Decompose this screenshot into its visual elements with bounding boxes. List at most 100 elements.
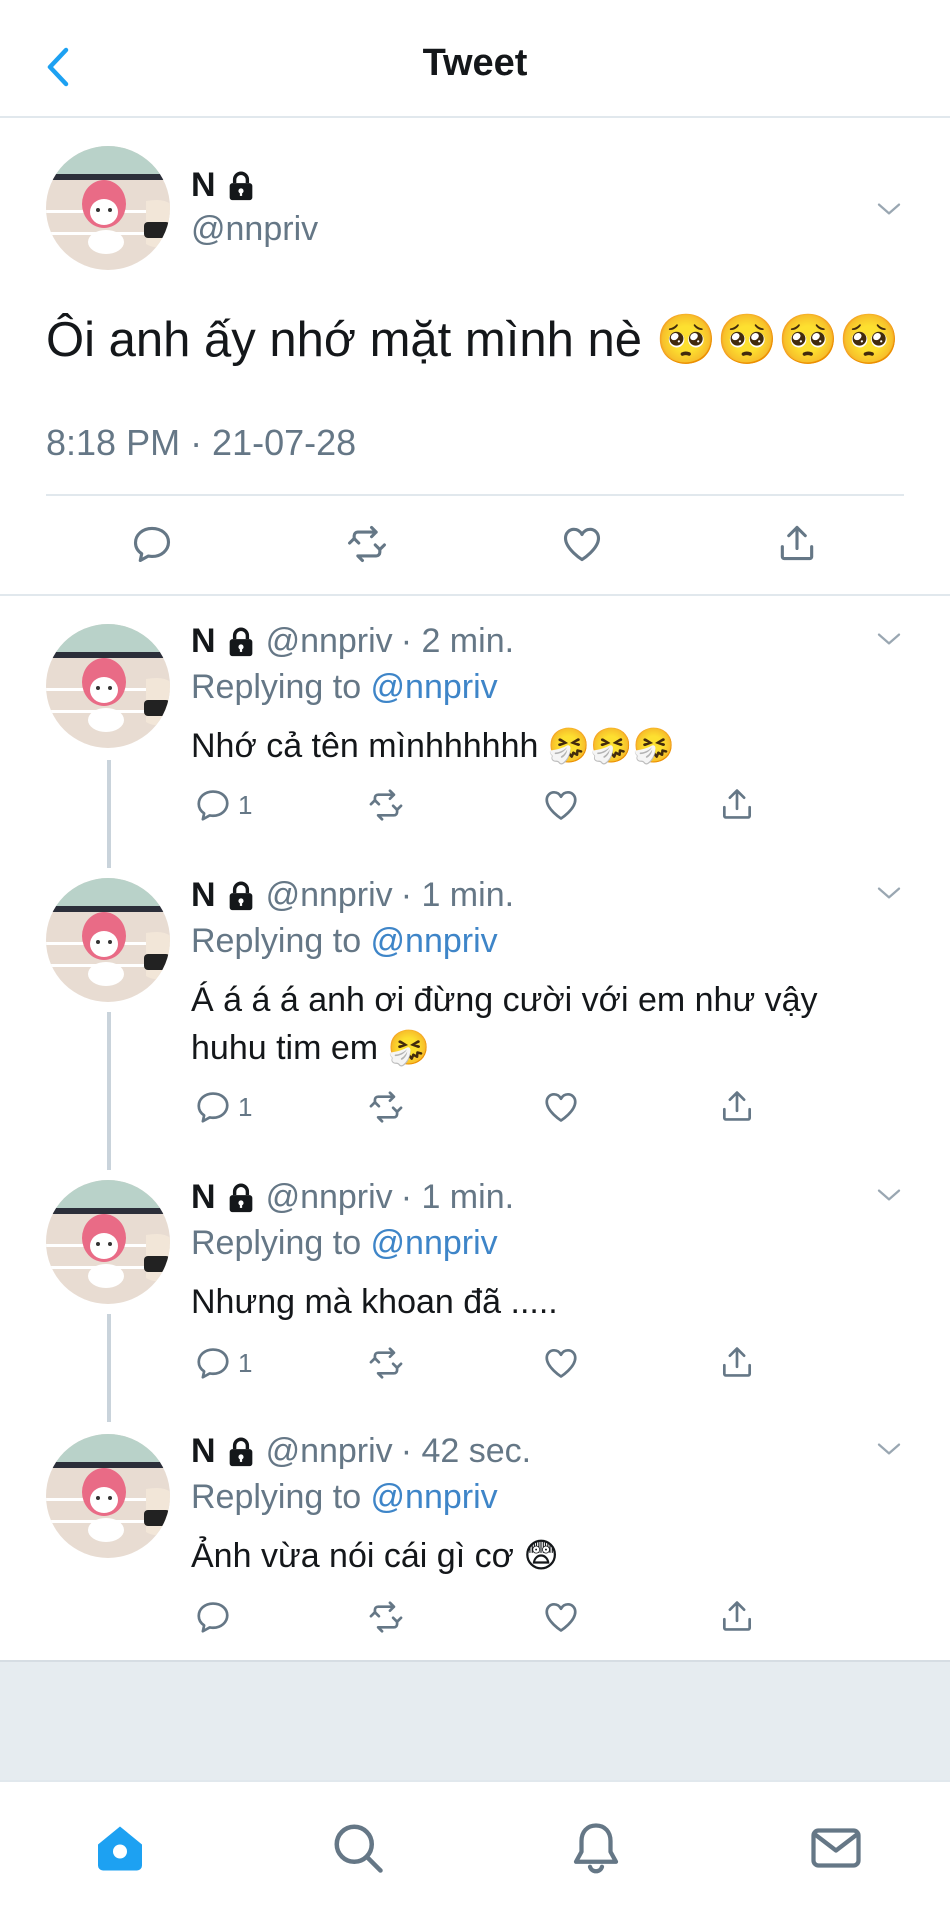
lock-icon — [224, 169, 258, 203]
reply-count: 1 — [238, 1347, 253, 1378]
retweet-button[interactable] — [365, 1344, 407, 1382]
avatar[interactable] — [46, 146, 170, 270]
lock-icon — [224, 1181, 258, 1215]
avatar[interactable] — [46, 1434, 170, 1558]
share-icon — [775, 520, 819, 566]
reply-time: · 1 min. — [400, 876, 515, 914]
author-name: N — [191, 1178, 216, 1216]
share-icon — [718, 1086, 756, 1126]
mention-link[interactable]: @nnpriv — [371, 1478, 498, 1516]
reply-time: · 2 min. — [400, 622, 515, 660]
share-icon — [718, 784, 756, 824]
mention-link[interactable]: @nnpriv — [371, 1224, 498, 1262]
chevron-down-icon[interactable] — [874, 194, 904, 224]
retweet-icon — [365, 1088, 407, 1126]
like-button[interactable] — [542, 1088, 580, 1126]
tab-messages[interactable] — [806, 1818, 866, 1878]
lock-icon — [224, 625, 258, 659]
author-handle[interactable]: @nnpriv — [191, 210, 318, 249]
notifications-icon — [573, 1823, 619, 1874]
lock-icon — [224, 1435, 258, 1469]
author-handle: @nnpriv — [265, 622, 393, 660]
thread-line — [107, 1012, 111, 1170]
retweet-button[interactable] — [365, 1598, 407, 1636]
reply-icon — [194, 1598, 232, 1636]
like-button[interactable] — [542, 1598, 580, 1636]
timeline-end-area — [0, 1660, 950, 1780]
heart-icon — [542, 1088, 580, 1126]
reply-count: 1 — [238, 1091, 253, 1122]
tab-home[interactable] — [90, 1818, 150, 1878]
replying-label: Replying to — [191, 1224, 371, 1262]
avatar[interactable] — [46, 624, 170, 748]
tab-search[interactable] — [328, 1818, 388, 1878]
replying-label: Replying to — [191, 668, 371, 706]
author-name: N — [191, 622, 216, 660]
author-handle: @nnpriv — [265, 1432, 393, 1470]
page-title: Tweet — [422, 42, 528, 84]
top-nav-bar: Tweet — [0, 0, 950, 118]
reply-text: Á á á á anh ơi đừng cười với em như vậy … — [191, 981, 818, 1067]
thread-line — [107, 1314, 111, 1422]
reply-button[interactable]: 1 — [194, 1344, 252, 1382]
share-button[interactable] — [718, 1596, 756, 1636]
reply-header[interactable]: N @nnpriv · 2 min. — [191, 622, 514, 661]
reply-header[interactable]: N @nnpriv · 1 min. — [191, 876, 514, 915]
messages-icon — [811, 1828, 861, 1868]
replying-to: Replying to @nnpriv — [191, 1478, 498, 1517]
reply-time: · 42 sec. — [400, 1432, 532, 1470]
heart-icon — [542, 1344, 580, 1382]
thread-line — [107, 760, 111, 868]
retweet-button[interactable] — [365, 1088, 407, 1126]
chevron-down-icon[interactable] — [874, 1434, 904, 1464]
reply-header[interactable]: N @nnpriv · 1 min. — [191, 1178, 514, 1217]
like-button[interactable] — [542, 1344, 580, 1382]
reply-count: 1 — [238, 789, 253, 820]
like-button[interactable] — [542, 786, 580, 824]
retweet-button[interactable] — [365, 786, 407, 824]
tweet-text: Ôi anh ấy nhớ mặt mình nè 🥺🥺🥺🥺 — [46, 313, 900, 367]
reply-button[interactable] — [130, 522, 174, 566]
heart-icon — [542, 786, 580, 824]
chevron-down-icon[interactable] — [874, 878, 904, 908]
home-icon — [98, 1826, 142, 1871]
replying-to: Replying to @nnpriv — [191, 922, 498, 961]
share-button[interactable] — [775, 520, 819, 566]
retweet-button[interactable] — [343, 522, 391, 566]
tweet-timestamp[interactable]: 8:18 PM · 21-07-28 — [46, 422, 356, 464]
divider — [46, 494, 904, 496]
divider — [0, 594, 950, 596]
reply-time: · 1 min. — [400, 1178, 515, 1216]
reply-icon — [130, 522, 174, 566]
tab-notifications[interactable] — [566, 1818, 626, 1878]
avatar[interactable] — [46, 1180, 170, 1304]
retweet-icon — [365, 1344, 407, 1382]
author-name: N — [191, 166, 216, 204]
reply-button[interactable]: 1 — [194, 1088, 252, 1126]
replying-to: Replying to @nnpriv — [191, 668, 498, 707]
retweet-icon — [365, 1598, 407, 1636]
chevron-down-icon[interactable] — [874, 1180, 904, 1210]
mention-link[interactable]: @nnpriv — [371, 922, 498, 960]
mention-link[interactable]: @nnpriv — [371, 668, 498, 706]
replying-label: Replying to — [191, 922, 371, 960]
heart-icon — [560, 522, 604, 566]
chevron-down-icon[interactable] — [874, 624, 904, 654]
bottom-tab-bar — [0, 1780, 950, 1920]
reply-button[interactable] — [194, 1598, 238, 1636]
reply-button[interactable]: 1 — [194, 786, 252, 824]
like-button[interactable] — [560, 522, 604, 566]
author-name-row[interactable]: N — [191, 166, 258, 205]
reply-text: Nhưng mà khoan đã ..... — [191, 1283, 558, 1321]
share-icon — [718, 1596, 756, 1636]
avatar[interactable] — [46, 878, 170, 1002]
share-button[interactable] — [718, 1086, 756, 1126]
heart-icon — [542, 1598, 580, 1636]
author-name: N — [191, 1432, 216, 1470]
share-button[interactable] — [718, 784, 756, 824]
retweet-icon — [365, 786, 407, 824]
reply-header[interactable]: N @nnpriv · 42 sec. — [191, 1432, 531, 1471]
share-button[interactable] — [718, 1342, 756, 1382]
search-icon — [334, 1824, 383, 1873]
retweet-icon — [343, 522, 391, 566]
